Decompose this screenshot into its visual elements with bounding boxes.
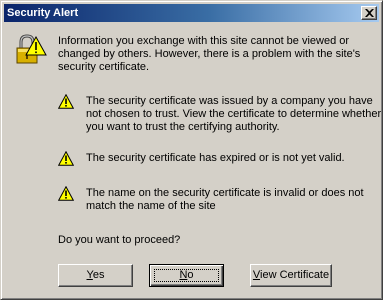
focus-rectangle (154, 269, 219, 282)
window-title: Security Alert (7, 7, 79, 19)
security-alert-dialog: Security Alert Information you exchange … (0, 0, 383, 300)
warning-name-mismatch-line-2: match the name of the site (86, 200, 216, 212)
close-button[interactable] (361, 6, 377, 20)
intro-line-3: security certificate. (58, 61, 150, 73)
yes-button-label: Yes (86, 269, 105, 281)
warning-triangle-icon (58, 94, 74, 109)
view-certificate-button[interactable]: View Certificate (250, 264, 332, 287)
warning-triangle-icon (58, 186, 74, 201)
yes-button[interactable]: Yes (58, 264, 133, 287)
close-icon (365, 9, 374, 17)
proceed-question: Do you want to proceed? (58, 234, 181, 246)
warning-untrusted-issuer-line-2: not chosen to trust. View the certificat… (86, 108, 382, 120)
no-button[interactable]: No (149, 264, 224, 287)
padlock-warning-icon (16, 34, 47, 64)
intro-line-1: Information you exchange with this site … (58, 35, 350, 47)
warning-untrusted-issuer-line-3: you want to trust the certifying authori… (86, 121, 280, 133)
view-certificate-button-label: View Certificate (252, 269, 330, 281)
warning-expired-line-1: The security certificate has expired or … (86, 152, 345, 164)
title-bar[interactable]: Security Alert (4, 4, 379, 22)
warning-triangle-icon (58, 151, 74, 166)
warning-name-mismatch-line-1: The name on the security certificate is … (86, 187, 364, 199)
warning-untrusted-issuer-line-1: The security certificate was issued by a… (86, 95, 373, 107)
intro-line-2: changed by others. However, there is a p… (58, 48, 361, 60)
